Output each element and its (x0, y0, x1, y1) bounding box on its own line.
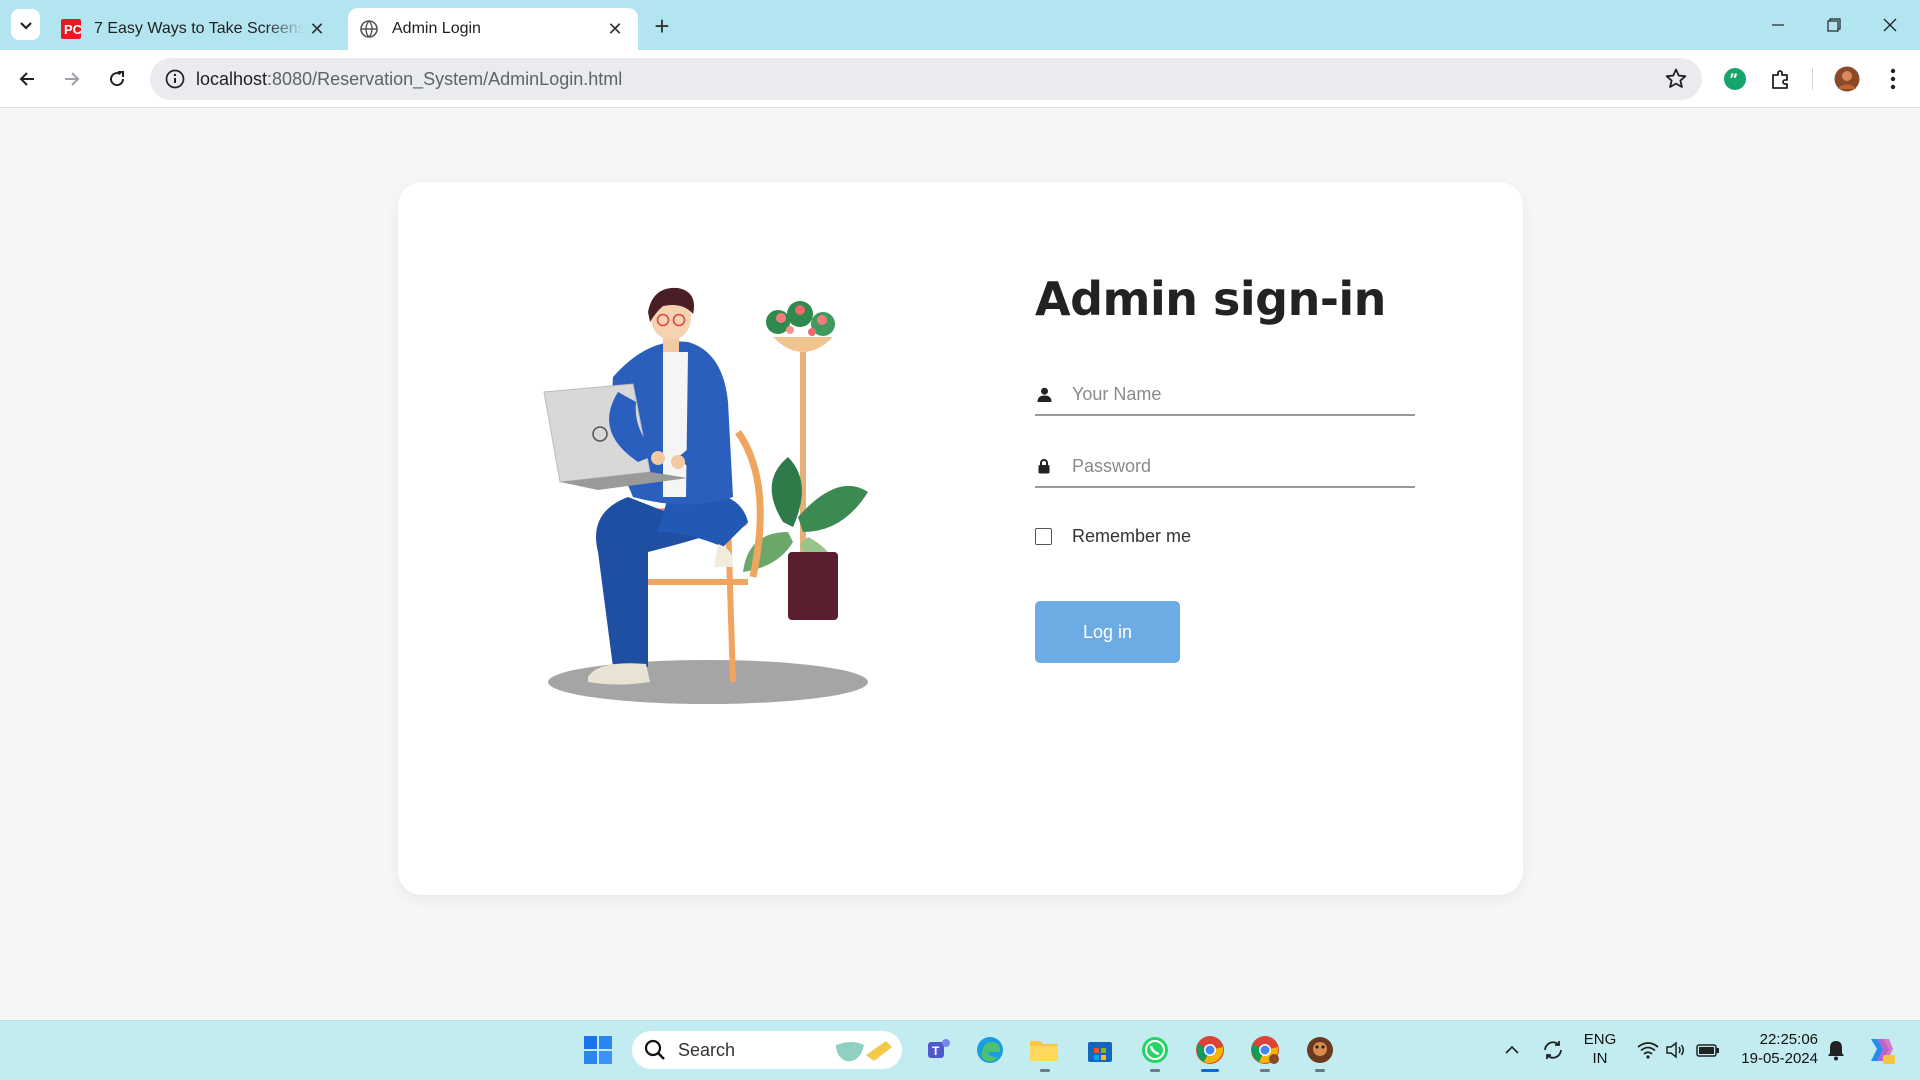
reload-icon (110, 71, 125, 87)
store-icon[interactable] (1084, 1034, 1116, 1066)
taskbar-search[interactable]: Search (632, 1031, 902, 1069)
reload-button[interactable] (100, 62, 134, 96)
language-code: ENG (1583, 1031, 1617, 1048)
whatsapp-icon[interactable] (1139, 1034, 1171, 1066)
battery-icon[interactable] (1692, 1034, 1724, 1066)
arrow-left-icon (19, 72, 34, 86)
notification-bell-icon[interactable] (1820, 1034, 1852, 1066)
url-path: :8080/Reservation_System/AdminLogin.html (267, 69, 623, 89)
tab-screenshots[interactable]: PC 7 Easy Ways to Take Screenshots ✕ (50, 8, 340, 50)
star-icon[interactable] (1664, 67, 1688, 91)
profile-avatar[interactable] (1834, 66, 1860, 92)
new-tab-button[interactable]: + (648, 11, 676, 41)
clock-time: 22:25:06 (1759, 1031, 1818, 1048)
illustration-image (543, 287, 868, 704)
volume-icon[interactable] (1660, 1034, 1692, 1066)
running-indicator (1040, 1069, 1050, 1072)
name-input[interactable] (1072, 379, 1392, 409)
address-bar[interactable]: localhost:8080/Reservation_System/AdminL… (150, 58, 1702, 100)
svg-text:PC: PC (64, 22, 81, 37)
clock-date: 19-05-2024 (1741, 1050, 1818, 1067)
url-text[interactable]: localhost:8080/Reservation_System/AdminL… (196, 69, 622, 90)
toolbar-separator (1812, 68, 1813, 90)
close-window-button[interactable] (1862, 0, 1918, 50)
close-icon[interactable]: ✕ (304, 16, 330, 42)
running-indicator (1150, 1069, 1160, 1072)
minimize-button[interactable] (1750, 0, 1806, 50)
chrome-profile-icon[interactable] (1249, 1034, 1281, 1066)
teams-icon[interactable]: T (922, 1034, 954, 1066)
active-indicator (1201, 1069, 1219, 1072)
tab-search-button[interactable] (11, 9, 40, 40)
menu-icon[interactable] (1880, 66, 1906, 92)
restore-button[interactable] (1806, 0, 1862, 50)
minimize-icon (1772, 24, 1784, 26)
remember-me-checkbox[interactable] (1035, 528, 1052, 545)
copilot-icon[interactable] (1864, 1034, 1896, 1066)
page-title: Admin sign-in (1035, 272, 1386, 326)
info-icon[interactable] (164, 68, 186, 90)
remember-me-row: Remember me (1035, 526, 1415, 547)
login-form: Admin sign-in Remember me Log in (1035, 272, 1415, 663)
grammarly-extension-icon[interactable]: ” (1722, 66, 1748, 92)
tab-admin-login[interactable]: Admin Login ✕ (348, 8, 638, 50)
remember-me-label[interactable]: Remember me (1072, 526, 1191, 547)
app-icon[interactable] (1304, 1034, 1336, 1066)
puzzle-icon[interactable] (1768, 66, 1794, 92)
close-icon[interactable]: ✕ (602, 16, 628, 42)
lock-icon (1036, 458, 1052, 474)
arrow-right-icon (65, 72, 80, 86)
windows-start-icon[interactable] (582, 1034, 614, 1066)
user-icon (1036, 386, 1052, 402)
svg-text:T: T (932, 1044, 940, 1058)
chevron-up-icon[interactable] (1496, 1034, 1528, 1066)
sync-icon[interactable] (1537, 1034, 1569, 1066)
close-icon (1883, 18, 1897, 32)
language-indicator[interactable]: ENG IN (1580, 1030, 1620, 1068)
restore-icon (1827, 18, 1841, 32)
running-indicator (1315, 1069, 1325, 1072)
pc-mag-icon: PC (60, 18, 82, 40)
name-field[interactable] (1035, 374, 1415, 416)
forward-button[interactable] (55, 62, 89, 96)
edge-icon[interactable] (974, 1034, 1006, 1066)
login-card: Admin sign-in Remember me Log in (398, 182, 1523, 895)
file-explorer-icon[interactable] (1028, 1034, 1060, 1066)
language-region: IN (1592, 1050, 1608, 1067)
login-button[interactable]: Log in (1035, 601, 1180, 663)
chrome-icon[interactable] (1194, 1034, 1226, 1066)
url-host: localhost (196, 69, 268, 89)
search-highlight-icon (836, 1041, 892, 1062)
running-indicator (1260, 1069, 1270, 1072)
svg-text:”: ” (1729, 72, 1738, 88)
tab-title: Admin Login (392, 20, 481, 37)
password-field[interactable] (1035, 446, 1415, 488)
clock[interactable]: 22:25:06 19-05-2024 (1732, 1030, 1818, 1068)
globe-icon (358, 18, 380, 40)
password-input[interactable] (1072, 451, 1392, 481)
chevron-down-icon (19, 21, 32, 30)
search-label: Search (678, 1039, 736, 1060)
back-button[interactable] (10, 62, 44, 96)
tab-title: 7 Easy Ways to Take Screenshots (94, 20, 304, 37)
search-icon (644, 1039, 665, 1060)
